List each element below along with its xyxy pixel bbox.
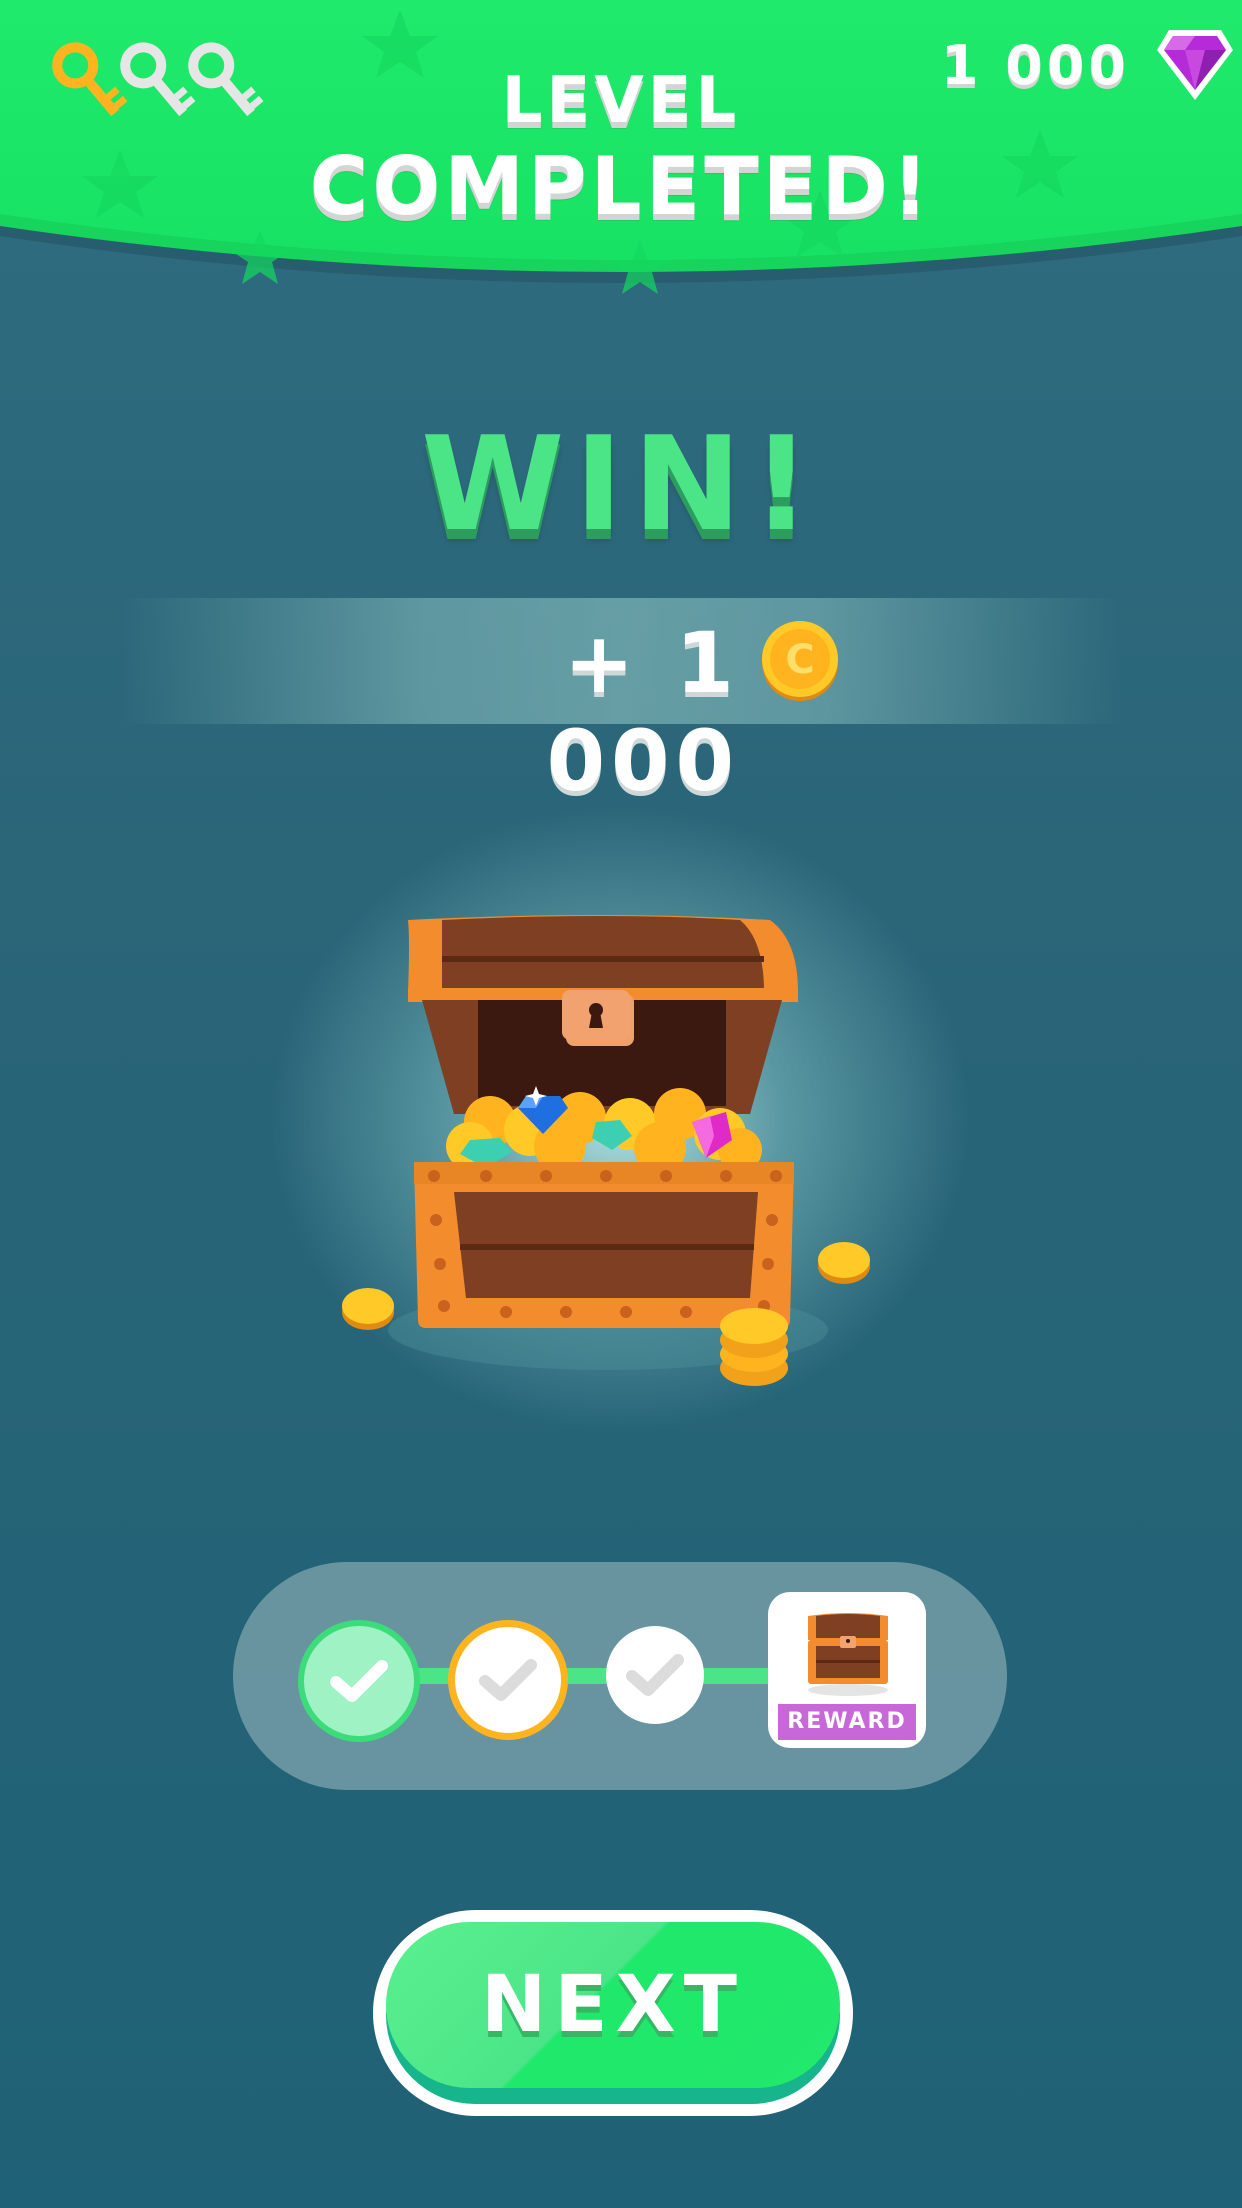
treasure-chest-icon <box>808 1613 888 1696</box>
completed-title: COMPLETED! <box>309 140 933 233</box>
win-headline: WIN! <box>421 408 821 560</box>
reward-label: REWARD <box>778 1704 916 1740</box>
gem-count: 1 000 <box>940 34 1130 97</box>
check-icon <box>330 1660 388 1702</box>
next-button[interactable]: NEXT <box>386 1922 840 2088</box>
progress-step-3 <box>606 1626 704 1724</box>
treasure-chest-icon <box>342 915 870 1386</box>
gem-icon[interactable] <box>1155 24 1235 104</box>
reward-chest-card[interactable]: REWARD <box>768 1592 926 1748</box>
next-button-label: NEXT <box>481 1960 745 2050</box>
progress-step-1 <box>298 1620 420 1742</box>
svg-text:C: C <box>785 637 814 683</box>
progress-step-2 <box>448 1620 568 1740</box>
coin-icon: C <box>762 621 838 701</box>
check-icon <box>626 1654 684 1696</box>
check-icon <box>479 1659 537 1701</box>
